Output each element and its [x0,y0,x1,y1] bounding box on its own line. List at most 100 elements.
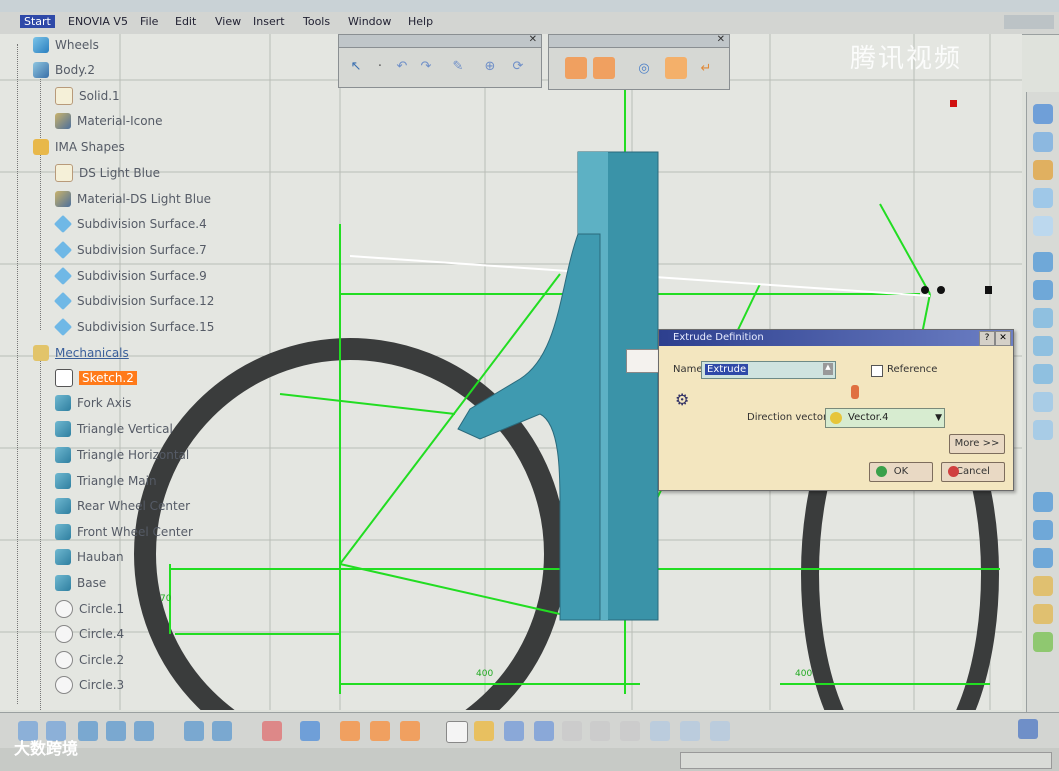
tree-item-circle[interactable]: Circle.2 [55,649,124,671]
redo-icon[interactable] [680,721,700,741]
menu-window[interactable]: Window [348,15,391,28]
menu-edit[interactable]: Edit [175,15,196,28]
plane-tool-icon[interactable] [1033,188,1053,208]
circle-tool-icon[interactable] [1033,216,1053,236]
undo-icon[interactable]: ↶ [391,55,413,77]
globe-icon[interactable]: ◎ [633,57,655,79]
iso-view-icon[interactable] [300,721,320,741]
dialog-title-bar[interactable]: Extrude Definition ? ✕ [659,330,1013,346]
print-icon[interactable] [534,721,554,741]
join-tool-icon[interactable] [1033,492,1053,512]
cut-icon[interactable] [562,721,582,741]
tree-item-subdivision[interactable]: Subdivision Surface.15 [53,316,214,338]
menu-help[interactable]: Help [408,15,433,28]
loft-tool-icon[interactable] [1033,364,1053,384]
tree-item-subdivision[interactable]: Subdivision Surface.12 [53,290,214,312]
undo-icon[interactable] [650,721,670,741]
toolbar-title-bar[interactable]: ✕ [549,34,729,48]
more-button[interactable]: More >> [949,434,1005,454]
menu-insert[interactable]: Insert [253,15,285,28]
tree-item-material[interactable]: Material-Icone [55,110,163,132]
compass-icon[interactable] [1018,719,1038,739]
tree-item-rear-wheel-center[interactable]: Rear Wheel Center [55,495,190,517]
offset-tool-icon[interactable] [1033,392,1053,412]
save-icon[interactable] [504,721,524,741]
fit-all-icon[interactable] [106,721,126,741]
help-icon[interactable] [710,721,730,741]
tree-item-subdivision[interactable]: Subdivision Surface.9 [53,265,207,287]
tree-item-ds-light-blue[interactable]: DS Light Blue [55,162,160,184]
tree-item-mechanicals[interactable]: Mechanicals [33,342,129,364]
return-icon[interactable]: ↵ [695,57,717,79]
open-file-icon[interactable] [474,721,494,741]
tree-item-solid[interactable]: Solid.1 [55,85,120,107]
transform-tool-icon[interactable] [1033,576,1053,596]
toolbar-title-bar[interactable]: ✕ [339,34,541,48]
menu-file[interactable]: File [140,15,158,28]
line-tool-icon[interactable] [1033,132,1053,152]
axis-tool-icon[interactable] [1033,604,1053,624]
help-button[interactable]: ? [979,331,995,346]
brush-icon[interactable]: ✎ [447,55,469,77]
zoom-in-icon[interactable] [212,721,232,741]
tree-item-hauban[interactable]: Hauban [55,546,124,568]
hide-show-icon[interactable] [370,721,390,741]
close-icon[interactable]: ✕ [529,34,537,45]
split-tool-icon[interactable] [1033,520,1053,540]
fill-icon[interactable] [565,57,587,79]
normal-view-icon[interactable] [262,721,282,741]
settings-icon[interactable] [665,57,687,79]
tree-item-triangle-vertical[interactable]: Triangle Vertical [55,418,173,440]
copy-icon[interactable] [593,57,615,79]
tree-item-circle[interactable]: Circle.4 [55,623,124,645]
sweep-tool-icon[interactable] [1033,308,1053,328]
analysis-tool-icon[interactable] [1033,632,1053,652]
tree-item-triangle-horizontal[interactable]: Triangle Horizontal [55,444,189,466]
revolve-tool-icon[interactable] [1033,280,1053,300]
fill-tool-icon[interactable] [1033,336,1053,356]
tree-item-subdivision[interactable]: Subdivision Surface.7 [53,239,207,261]
name-input[interactable]: Extrude [701,361,836,379]
reference-checkbox[interactable] [871,365,883,377]
command-input[interactable] [680,752,1052,769]
tree-item-sketch[interactable]: Sketch.2 [55,367,137,389]
chevron-down-icon[interactable]: ▼ [935,409,942,427]
close-button[interactable]: ✕ [995,331,1011,346]
point-tool-icon[interactable] [1033,160,1053,180]
extrude-tool-icon[interactable] [1033,252,1053,272]
tree-item-triangle-main[interactable]: Triangle Main [55,470,157,492]
fly-icon[interactable] [78,721,98,741]
zoom-icon[interactable]: ⊕ [479,55,501,77]
tree-item-circle[interactable]: Circle.1 [55,598,124,620]
menu-tools[interactable]: Tools [303,15,330,28]
sketch-tool-icon[interactable] [1033,104,1053,124]
ok-button[interactable]: OK [869,462,933,482]
tree-item-subdivision[interactable]: Subdivision Surface.4 [53,213,207,235]
redo-icon[interactable]: ↷ [415,55,437,77]
new-file-icon[interactable] [446,721,468,743]
window-controls[interactable] [1004,15,1054,29]
rotate-icon[interactable]: ⟳ [507,55,529,77]
tree-item-fork-axis[interactable]: Fork Axis [55,392,131,414]
tree-item-material-ds[interactable]: Material-DS Light Blue [55,188,211,210]
tree-item-ima-shapes[interactable]: IMA Shapes [33,136,125,158]
swap-space-icon[interactable] [400,721,420,741]
tree-item-root[interactable]: Wheels [33,34,99,56]
menu-enovia[interactable]: ENOVIA V5 [68,15,128,28]
cancel-button[interactable]: Cancel [941,462,1005,482]
rotate-view-icon[interactable] [184,721,204,741]
tree-item-body[interactable]: Body.2 [33,59,95,81]
trim-tool-icon[interactable] [1033,548,1053,568]
menu-view[interactable]: View [215,15,241,28]
paste-icon[interactable] [620,721,640,741]
close-icon[interactable]: ✕ [717,34,725,45]
pan-icon[interactable] [134,721,154,741]
hidden-dialog-tab[interactable] [626,349,662,373]
tree-item-base[interactable]: Base [55,572,106,594]
tree-item-front-wheel-center[interactable]: Front Wheel Center [55,521,193,543]
spinner-icon[interactable]: ▲ [823,363,833,375]
dot-icon[interactable]: · [369,55,391,77]
blend-tool-icon[interactable] [1033,420,1053,440]
select-icon[interactable]: ↖ [345,55,367,77]
shading-icon[interactable] [340,721,360,741]
